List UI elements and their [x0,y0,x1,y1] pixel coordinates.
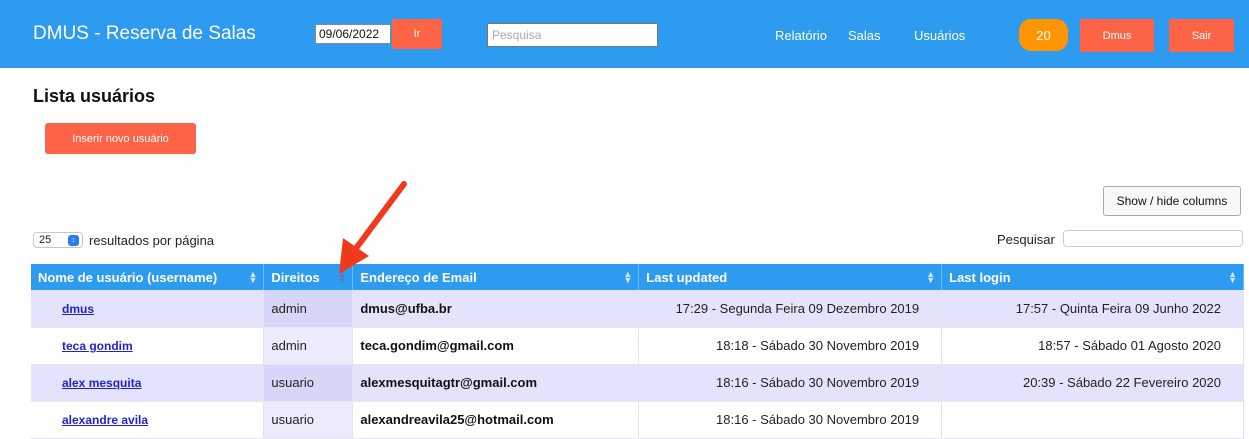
last-updated-cell: 18:18 - Sábado 30 Novembro 2019 [638,327,943,365]
column-header-last-updated[interactable]: Last updated ▲ ▼ [638,264,943,290]
table-header-row: Nome de usuário (username) ▲ ▼ Direitos ▲ ▼ … [31,264,1244,290]
top-navbar: DMUS - Reserva de Salas Ir Relatório Sal… [0,0,1249,68]
sort-icon: ▲ ▼ [926,269,936,285]
column-header-username[interactable]: Nome de usuário (username) ▲ ▼ [31,264,265,290]
sort-icon: ▲ ▼ [623,269,633,285]
notification-badge[interactable]: 20 [1019,19,1068,51]
table-search-input[interactable] [1063,230,1243,247]
results-per-page: 25 ↕ resultados por página [33,231,214,249]
column-header-email[interactable]: Endereço de Email ▲ ▼ [352,264,640,290]
nav-link-usuarios[interactable]: Usuários [914,28,965,43]
rights-cell: usuario [263,364,354,402]
last-login-cell [941,401,1244,439]
username-link[interactable]: alex mesquita [38,376,141,390]
logout-button[interactable]: Sair [1169,19,1234,52]
email-cell: dmus@ufba.br [352,290,640,328]
last-updated-cell: 17:29 - Segunda Feira 09 Dezembro 2019 [638,290,943,328]
rights-cell: admin [263,290,354,328]
sort-icon: ▲ ▼ [337,269,347,285]
table-row: dmus admin dmus@ufba.br 17:29 - Segunda … [31,290,1244,328]
per-page-select[interactable]: 25 ↕ [33,232,83,248]
per-page-value: 25 [39,234,52,246]
insert-user-button[interactable]: Inserir novo usuário [45,123,196,154]
chevron-updown-icon: ↕ [68,235,79,246]
table-row: alex mesquita usuario alexmesquitagtr@gm… [31,364,1244,402]
username-link[interactable]: teca gondim [38,339,133,353]
search-input[interactable] [487,23,658,47]
rights-cell: usuario [263,401,354,439]
show-hide-columns-button[interactable]: Show / hide columns [1103,186,1241,216]
last-login-cell: 18:57 - Sábado 01 Agosto 2020 [941,327,1244,365]
last-updated-cell: 18:16 - Sábado 30 Novembro 2019 [638,401,943,439]
column-header-last-login[interactable]: Last login ▲ ▼ [941,264,1244,290]
user-button[interactable]: Dmus [1080,19,1154,52]
sort-icon: ▲ ▼ [248,269,258,285]
email-cell: alexmesquitagtr@gmail.com [352,364,640,402]
page-title: Lista usuários [33,86,156,106]
rights-cell: admin [263,327,354,365]
per-page-label: resultados por página [89,232,215,248]
username-link[interactable]: alexandre avila [38,413,148,427]
table-search-label: Pesquisar [997,232,1055,247]
users-table: Nome de usuário (username) ▲ ▼ Direitos ▲ ▼ … [31,264,1244,439]
go-button[interactable]: Ir [392,19,442,49]
nav-link-relatorio[interactable]: Relatório [775,28,827,43]
app-title[interactable]: DMUS - Reserva de Salas [33,23,256,45]
table-row: alexandre avila usuario alexandreavila25… [31,401,1244,439]
last-login-cell: 20:39 - Sábado 22 Fevereiro 2020 [941,364,1244,402]
nav-link-salas[interactable]: Salas [848,28,881,43]
date-field[interactable] [315,24,391,44]
last-updated-cell: 18:16 - Sábado 30 Novembro 2019 [638,364,943,402]
sort-icon: ▲ ▼ [1228,269,1237,285]
email-cell: alexandreavila25@hotmail.com [352,401,640,439]
last-login-cell: 17:57 - Quinta Feira 09 Junho 2022 [941,290,1244,328]
column-header-rights[interactable]: Direitos ▲ ▼ [263,264,354,290]
table-row: teca gondim admin teca.gondim@gmail.com … [31,327,1244,365]
email-cell: teca.gondim@gmail.com [352,327,640,365]
username-link[interactable]: dmus [38,302,94,316]
